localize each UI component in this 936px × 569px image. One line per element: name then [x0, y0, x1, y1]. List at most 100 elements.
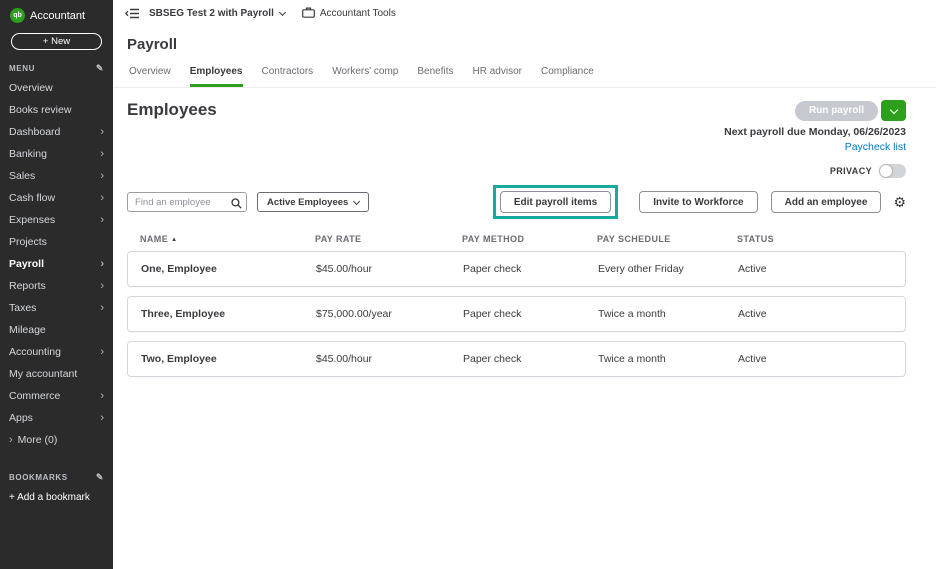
- pay-method-cell: Paper check: [463, 353, 522, 365]
- column-header-pay-method[interactable]: PAY METHOD: [462, 234, 597, 244]
- collapse-sidebar-icon[interactable]: [125, 8, 140, 19]
- menu-section-header: MENU ✎: [0, 54, 113, 77]
- tab-benefits[interactable]: Benefits: [417, 66, 453, 87]
- company-switcher[interactable]: SBSEG Test 2 with Payroll: [149, 8, 286, 19]
- chevron-right-icon: ›: [100, 411, 104, 424]
- add-bookmark-button[interactable]: + Add a bookmark: [0, 486, 113, 509]
- next-payroll-due-text: Next payroll due Monday, 06/26/2023: [724, 126, 906, 138]
- chevron-right-icon: ›: [100, 279, 104, 292]
- tab-workers-comp[interactable]: Workers' comp: [332, 66, 398, 87]
- employee-table-header: NAME ▲ PAY RATE PAY METHOD PAY SCHEDULE S…: [127, 219, 906, 251]
- sort-ascending-icon: ▲: [171, 237, 178, 243]
- sidebar-item-sales[interactable]: Sales ›: [0, 165, 113, 187]
- sidebar-item-commerce[interactable]: Commerce ›: [0, 385, 113, 407]
- chevron-down-icon: [353, 197, 361, 205]
- sidebar-item-label: Apps: [9, 412, 33, 424]
- run-payroll-dropdown-button[interactable]: [881, 100, 906, 121]
- topbar: SBSEG Test 2 with Payroll Accountant Too…: [113, 0, 936, 27]
- sidebar-item-reports[interactable]: Reports ›: [0, 275, 113, 297]
- sidebar-item-more[interactable]: › More (0): [0, 429, 113, 451]
- table-row[interactable]: Three, Employee $75,000.00/year Paper ch…: [127, 296, 906, 332]
- chevron-right-icon: ›: [100, 389, 104, 402]
- pay-rate-cell: $45.00/hour: [316, 263, 373, 275]
- tab-hr-advisor[interactable]: HR advisor: [473, 66, 522, 87]
- sidebar-item-mileage[interactable]: Mileage: [0, 319, 113, 341]
- sidebar-item-label: More (0): [17, 434, 58, 446]
- edit-bookmarks-pencil-icon[interactable]: ✎: [96, 472, 104, 483]
- main-area: SBSEG Test 2 with Payroll Accountant Too…: [113, 0, 936, 569]
- quickbooks-accountant-app: qb Accountant + New MENU ✎ Overview Book…: [0, 0, 936, 569]
- chevron-right-icon: ›: [100, 257, 104, 270]
- sidebar-item-books-review[interactable]: Books review: [0, 99, 113, 121]
- accountant-tools-button[interactable]: Accountant Tools: [301, 7, 396, 21]
- sidebar-item-dashboard[interactable]: Dashboard ›: [0, 121, 113, 143]
- column-header-pay-schedule[interactable]: PAY SCHEDULE: [597, 234, 737, 244]
- invite-to-workforce-button[interactable]: Invite to Workforce: [639, 191, 758, 213]
- annotation-highlight-box: Edit payroll items: [492, 185, 619, 219]
- app-logo-label: Accountant: [30, 9, 86, 22]
- employee-name[interactable]: Two, Employee: [141, 353, 316, 365]
- run-payroll-split-button: Run payroll: [794, 100, 906, 121]
- privacy-toggle[interactable]: [879, 164, 906, 178]
- employee-name[interactable]: Three, Employee: [141, 308, 316, 320]
- status-cell: Active: [738, 308, 767, 320]
- sidebar-item-label: Reports: [9, 280, 46, 292]
- bookmarks-section-header: BOOKMARKS ✎: [0, 463, 113, 486]
- search-icon[interactable]: [231, 196, 242, 214]
- paycheck-list-link[interactable]: Paycheck list: [127, 141, 906, 153]
- employee-name[interactable]: One, Employee: [141, 263, 316, 275]
- tab-contractors[interactable]: Contractors: [262, 66, 314, 87]
- menu-label: MENU: [9, 64, 35, 73]
- accountant-tools-label: Accountant Tools: [319, 8, 396, 19]
- table-row[interactable]: One, Employee $45.00/hour Paper check Ev…: [127, 251, 906, 287]
- sidebar-item-banking[interactable]: Banking ›: [0, 143, 113, 165]
- sidebar-item-label: Commerce: [9, 390, 61, 402]
- chevron-right-icon: ›: [100, 213, 104, 226]
- company-name: SBSEG Test 2 with Payroll: [149, 8, 274, 19]
- sidebar: qb Accountant + New MENU ✎ Overview Book…: [0, 0, 113, 569]
- column-header-status[interactable]: STATUS: [737, 234, 906, 244]
- tab-overview[interactable]: Overview: [129, 66, 171, 87]
- add-an-employee-button[interactable]: Add an employee: [770, 191, 882, 213]
- privacy-label: PRIVACY: [829, 166, 872, 176]
- sidebar-item-my-accountant[interactable]: My accountant: [0, 363, 113, 385]
- status-cell: Active: [738, 263, 767, 275]
- employee-controls: Active Employees Edit payroll items Invi…: [127, 185, 906, 219]
- chevron-right-icon: ›: [100, 147, 104, 160]
- sidebar-item-label: My accountant: [9, 368, 78, 380]
- column-header-name[interactable]: NAME ▲: [140, 234, 315, 244]
- sidebar-item-label: Dashboard: [9, 126, 61, 138]
- sidebar-item-accounting[interactable]: Accounting ›: [0, 341, 113, 363]
- sidebar-item-label: Cash flow: [9, 192, 56, 204]
- edit-menu-pencil-icon[interactable]: ✎: [96, 63, 104, 74]
- search-input[interactable]: [127, 192, 247, 213]
- qb-logo-icon: qb: [10, 8, 25, 23]
- chevron-right-icon: ›: [100, 301, 104, 314]
- tab-compliance[interactable]: Compliance: [541, 66, 594, 87]
- sidebar-item-projects[interactable]: Projects: [0, 231, 113, 253]
- sidebar-item-label: Sales: [9, 170, 36, 182]
- pay-method-cell: Paper check: [463, 263, 522, 275]
- status-cell: Active: [738, 353, 767, 365]
- sidebar-item-taxes[interactable]: Taxes ›: [0, 297, 113, 319]
- pay-method-cell: Paper check: [463, 308, 522, 320]
- sidebar-item-cash-flow[interactable]: Cash flow ›: [0, 187, 113, 209]
- tab-employees[interactable]: Employees: [189, 66, 243, 87]
- app-logo[interactable]: qb Accountant: [0, 0, 113, 27]
- chevron-right-icon: ›: [100, 191, 104, 204]
- sidebar-item-overview[interactable]: Overview: [0, 77, 113, 99]
- column-header-pay-rate[interactable]: PAY RATE: [315, 234, 462, 244]
- new-button[interactable]: + New: [11, 33, 102, 50]
- briefcase-icon: [301, 7, 315, 21]
- sidebar-item-payroll[interactable]: Payroll ›: [0, 253, 113, 275]
- gear-icon[interactable]: ⚙: [893, 195, 906, 209]
- sidebar-item-expenses[interactable]: Expenses ›: [0, 209, 113, 231]
- sidebar-item-label: Payroll: [9, 258, 45, 270]
- pay-schedule-cell: Twice a month: [598, 308, 666, 320]
- pay-schedule-cell: Twice a month: [598, 353, 666, 365]
- page-title: Payroll: [127, 36, 178, 53]
- edit-payroll-items-button[interactable]: Edit payroll items: [499, 191, 612, 213]
- sidebar-item-apps[interactable]: Apps ›: [0, 407, 113, 429]
- table-row[interactable]: Two, Employee $45.00/hour Paper check Tw…: [127, 341, 906, 377]
- employee-filter-dropdown[interactable]: Active Employees: [257, 192, 370, 212]
